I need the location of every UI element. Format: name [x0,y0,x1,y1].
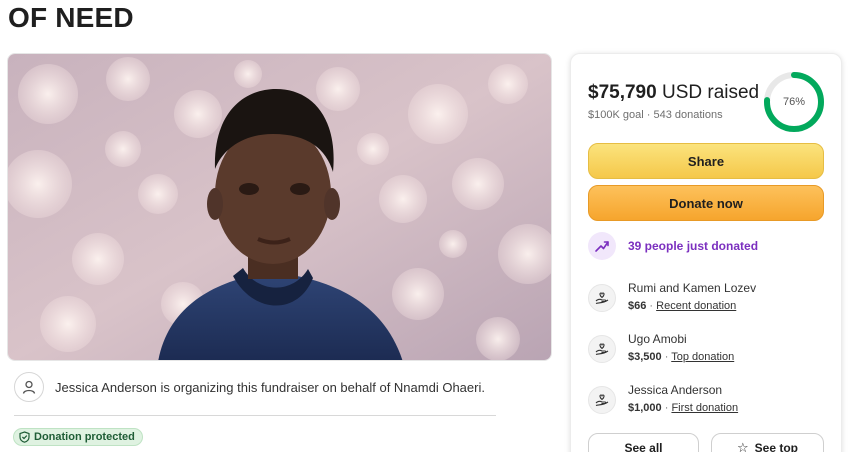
trending-up-icon [588,232,616,260]
progress-percent: 76% [782,96,806,108]
just-donated-row: 39 people just donated [588,232,758,260]
raised-amount: $75,790 USD raised [588,82,759,104]
see-top-label: See top [754,441,798,452]
donor-separator: · [646,300,657,312]
share-button[interactable]: Share [588,143,824,179]
donor-tag-link[interactable]: Top donation [671,351,734,363]
person-icon [14,372,44,402]
donor-name: Rumi and Kamen Lozev [628,281,757,295]
donation-protected-badge[interactable]: Donation protected [13,428,143,446]
star-icon: ☆ [737,440,749,452]
donor-separator: · [661,351,672,363]
donations-count: 543 donations [653,109,723,121]
donor-amount: $66 [628,300,647,312]
donation-hand-icon [588,335,616,363]
see-top-button[interactable]: ☆ See top [711,433,824,452]
just-donated-text: 39 people just donated [628,239,759,253]
hero-image [7,53,552,361]
goal-text: $100K goal [588,109,644,121]
donation-hand-icon [588,386,616,414]
donor-tag-link[interactable]: First donation [671,402,738,414]
organizer-text: Jessica Anderson is organizing this fund… [55,380,485,395]
donor-item: Jessica Anderson $1,000 · First donation [588,383,738,414]
raised-value: $75,790 [588,82,657,103]
donor-meta: $3,500 · Top donation [628,351,734,363]
donor-item: Rumi and Kamen Lozev $66 · Recent donati… [588,281,756,312]
raised-suffix: USD raised [656,82,760,103]
donor-tag-link[interactable]: Recent donation [656,300,736,312]
donor-meta: $66 · Recent donation [628,300,756,312]
donor-name: Jessica Anderson [628,383,723,397]
donor-name: Ugo Amobi [628,332,687,346]
donation-protected-label: Donation protected [34,431,135,443]
see-all-button[interactable]: See all [588,433,699,452]
goal-line: $100K goal · 543 donations [588,109,723,121]
donor-amount: $3,500 [628,351,662,363]
page-title: OF NEED [8,2,134,33]
donor-item: Ugo Amobi $3,500 · Top donation [588,332,734,363]
donor-meta: $1,000 · First donation [628,402,738,414]
shield-icon [19,431,30,443]
donation-card: $75,790 USD raised $100K goal · 543 dona… [570,53,842,452]
donate-now-button[interactable]: Donate now [588,185,824,221]
donation-hand-icon [588,284,616,312]
donor-separator: · [661,402,672,414]
donor-amount: $1,000 [628,402,662,414]
organizer-row: Jessica Anderson is organizing this fund… [14,372,496,416]
progress-ring: 76% [762,70,826,134]
